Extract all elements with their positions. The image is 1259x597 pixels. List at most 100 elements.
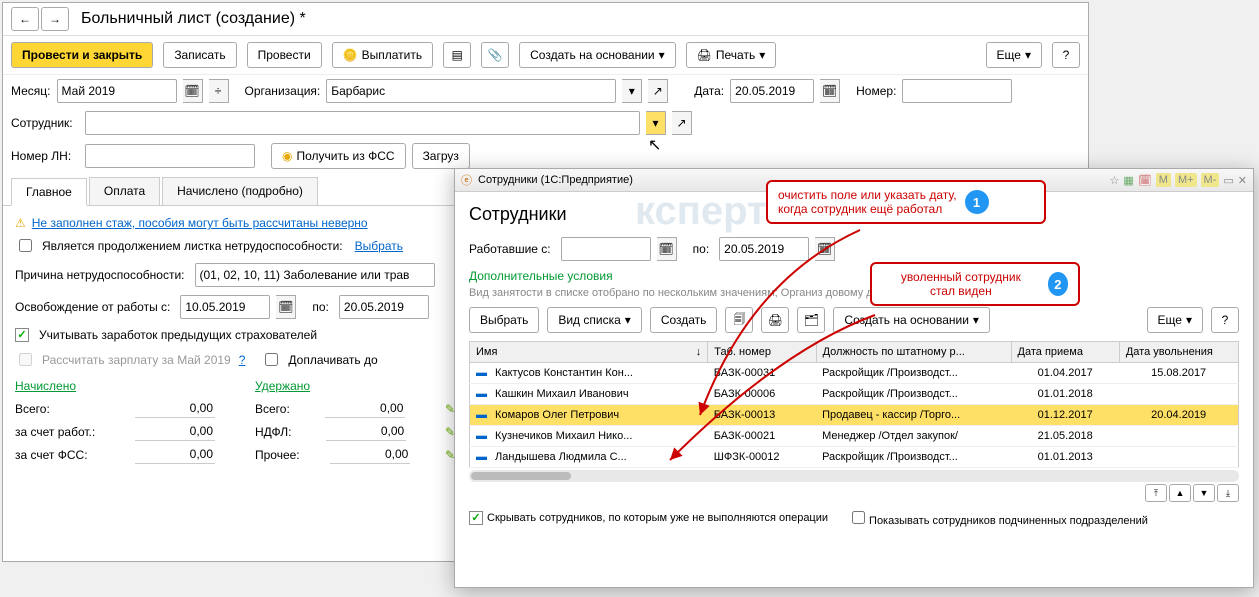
employee-input[interactable]: [85, 111, 640, 135]
card-button[interactable]: 🗂: [797, 307, 825, 333]
table-row[interactable]: ▬ Кактусов Константин Кон...БАЗК-00031Ра…: [470, 363, 1239, 384]
worked-to-calendar[interactable]: 🗓: [815, 237, 835, 261]
show-subordinate-checkbox[interactable]: [852, 511, 865, 524]
tab-main[interactable]: Главное: [11, 178, 87, 206]
table-row[interactable]: ▬ Комаров Олег ПетровичБАЗК-00013Продаве…: [470, 405, 1239, 426]
col-hired[interactable]: Дата приема: [1011, 342, 1119, 363]
date-calendar-button[interactable]: 🗓: [820, 79, 840, 103]
copy-button[interactable]: 🗐: [725, 307, 753, 333]
num-input[interactable]: [902, 79, 1012, 103]
create-based-button[interactable]: Создать на основании ▾: [833, 307, 990, 333]
cal-icon[interactable]: 🗓: [1138, 174, 1152, 187]
more-button[interactable]: Еще ▾: [1147, 307, 1203, 333]
help-button[interactable]: ?: [1211, 307, 1239, 333]
pay-button[interactable]: 🪙Выплатить: [332, 42, 433, 68]
hide-employees-checkbox[interactable]: [469, 512, 487, 524]
tab-pay[interactable]: Оплата: [89, 177, 160, 205]
period-from-input[interactable]: 10.05.2019: [180, 295, 270, 319]
month-calendar-button[interactable]: 🗓: [183, 79, 203, 103]
shield-icon: ◉: [282, 149, 292, 163]
window-title: Больничный лист (создание) *: [81, 10, 306, 28]
org-label: Организация:: [245, 84, 321, 98]
col-fired[interactable]: Дата увольнения: [1119, 342, 1238, 363]
other-label: Прочее:: [255, 448, 300, 462]
worked-from-input[interactable]: [561, 237, 651, 261]
callout-1: очистить поле или указать дату, когда со…: [766, 180, 1046, 224]
other-value: 0,00: [330, 445, 410, 464]
col-tab[interactable]: Таб. номер: [708, 342, 816, 363]
worked-to-input[interactable]: 20.05.2019: [719, 237, 809, 261]
month-input[interactable]: Май 2019: [57, 79, 177, 103]
continuation-checkbox[interactable]: [19, 239, 32, 252]
sub-window-title: Сотрудники (1С:Предприятие): [478, 174, 633, 186]
reason-input[interactable]: (01, 02, 10, 11) Заболевание или трав: [195, 263, 435, 287]
mminus-button[interactable]: M-: [1201, 173, 1220, 187]
horizontal-scrollbar[interactable]: [469, 470, 1239, 482]
grid-icon[interactable]: ▦: [1123, 174, 1133, 187]
num-label: Номер:: [856, 84, 896, 98]
date-input[interactable]: 20.05.2019: [730, 79, 814, 103]
load-button[interactable]: Загруз: [412, 143, 470, 169]
m-button[interactable]: M: [1156, 173, 1171, 187]
org-input[interactable]: Барбарис: [326, 79, 616, 103]
chevron-down-icon: ▾: [659, 48, 665, 62]
report-button[interactable]: ▤: [443, 42, 471, 68]
ln-input[interactable]: [85, 144, 255, 168]
print-button[interactable]: 🖨: [761, 307, 789, 333]
create-based-button[interactable]: Создать на основании ▾: [519, 42, 676, 68]
extra-pay-label: Доплачивать до: [288, 353, 377, 367]
scroll-bottom-button[interactable]: ⤓: [1217, 484, 1239, 502]
period-from-calendar[interactable]: 🗓: [276, 295, 296, 319]
table-row[interactable]: ▬ Кузнечиков Михаил Нико...БАЗК-00021Мен…: [470, 426, 1239, 447]
table-row[interactable]: ▬ Кашкин Михаил ИвановичБАЗК-00006Раскро…: [470, 384, 1239, 405]
period-to-input[interactable]: 20.05.2019: [339, 295, 429, 319]
more-button[interactable]: Еще ▾: [986, 42, 1042, 68]
scroll-top-button[interactable]: ⤒: [1145, 484, 1167, 502]
fss-button[interactable]: ◉ Получить из ФСС: [271, 143, 406, 169]
help-button[interactable]: ?: [1052, 42, 1080, 68]
prev-insurers-label: Учитывать заработок предыдущих страховат…: [39, 328, 317, 342]
choose-button[interactable]: Выбрать: [469, 307, 539, 333]
col-name[interactable]: Имя↓: [470, 342, 708, 363]
org-dropdown-button[interactable]: ▾: [622, 79, 642, 103]
post-button[interactable]: Провести: [247, 42, 322, 68]
worked-from-calendar[interactable]: 🗓: [657, 237, 677, 261]
additional-conditions-link[interactable]: Дополнительные условия: [469, 269, 1239, 283]
close-button[interactable]: ✕: [1238, 174, 1247, 187]
save-button[interactable]: Записать: [163, 42, 236, 68]
employee-dropdown-button[interactable]: ▾: [646, 111, 666, 135]
date-label: Дата:: [694, 84, 724, 98]
create-button[interactable]: Создать: [650, 307, 718, 333]
employee-open-button[interactable]: ↗: [672, 111, 692, 135]
deducted-header[interactable]: Удержано: [255, 379, 455, 393]
recalc-help[interactable]: ?: [239, 353, 246, 367]
table-row[interactable]: ▬ Ландышева Людмила С...ШФЗК-00012Раскро…: [470, 447, 1239, 468]
recalc-label: Рассчитать зарплату за Май 2019: [42, 353, 231, 367]
tab-calc[interactable]: Начислено (подробно): [162, 177, 318, 205]
viewmode-button[interactable]: Вид списка ▾: [547, 307, 641, 333]
forward-button[interactable]: →: [41, 7, 69, 31]
warning-link[interactable]: Не заполнен стаж, пособия могут быть рас…: [32, 216, 368, 230]
attach-button[interactable]: 📎: [481, 42, 509, 68]
scroll-down-button[interactable]: ▼: [1193, 484, 1215, 502]
prev-insurers-checkbox[interactable]: [15, 327, 33, 342]
accrued-header[interactable]: Начислено: [15, 379, 215, 393]
scroll-up-button[interactable]: ▲: [1169, 484, 1191, 502]
callout-1-badge: 1: [965, 190, 989, 214]
org-open-button[interactable]: ↗: [648, 79, 668, 103]
worked-to-label: по:: [693, 242, 710, 256]
mplus-button[interactable]: M+: [1175, 173, 1197, 187]
fss-label: за счет ФСС:: [15, 448, 88, 462]
back-button[interactable]: ←: [11, 7, 39, 31]
month-spinner[interactable]: ÷: [209, 79, 229, 103]
print-button[interactable]: 🖨 Печать ▾: [686, 42, 777, 68]
col-pos[interactable]: Должность по штатному р...: [816, 342, 1011, 363]
submit-close-button[interactable]: Провести и закрыть: [11, 42, 153, 68]
minimize-button[interactable]: ▭: [1223, 174, 1233, 187]
filter-info: Вид занятости в списке отобрано по неско…: [469, 287, 1239, 299]
fss-value: 0,00: [135, 445, 215, 464]
fav-icon[interactable]: ☆: [1110, 174, 1120, 187]
callout-2: уволенный сотрудник стал виден 2: [870, 262, 1080, 306]
extra-pay-checkbox[interactable]: [265, 353, 278, 366]
continuation-select-link[interactable]: Выбрать: [355, 239, 403, 253]
